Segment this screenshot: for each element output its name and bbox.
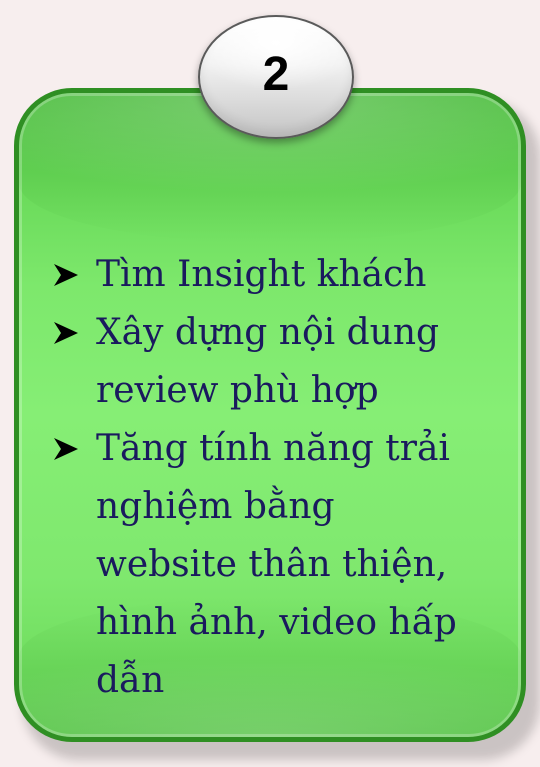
bullet-text: Tăng tính năng trải nghiệm bằng website … [96, 428, 457, 701]
arrow-bullet-icon [52, 246, 96, 304]
list-item: Xây dựng nội dung review phù hợp [52, 304, 492, 420]
bullet-list: Tìm Insight khách Xây dựng nội dung revi… [52, 246, 492, 710]
arrow-bullet-icon [52, 420, 96, 478]
arrow-bullet-icon [52, 304, 96, 362]
diagram-canvas: 2 Tìm Insight khách Xây dựng nội dung re… [0, 0, 540, 767]
bullet-text: Tìm Insight khách [96, 254, 427, 295]
step-number-badge: 2 [198, 15, 354, 139]
list-item: Tăng tính năng trải nghiệm bằng website … [52, 420, 492, 710]
list-item: Tìm Insight khách [52, 246, 492, 304]
step-number: 2 [262, 48, 290, 101]
bullet-text: Xây dựng nội dung review phù hợp [96, 312, 440, 411]
